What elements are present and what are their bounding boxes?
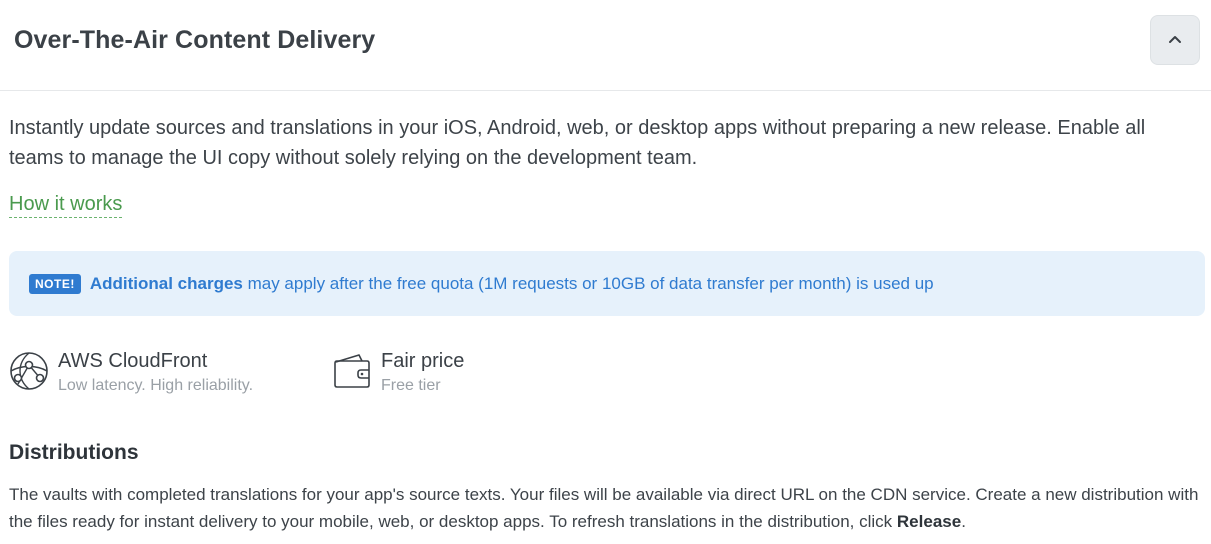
chevron-up-icon [1168, 31, 1182, 49]
collapse-button[interactable] [1150, 15, 1200, 65]
wallet-icon [332, 351, 372, 391]
note-badge: NOTE! [29, 273, 81, 294]
how-it-works-link[interactable]: How it works [9, 193, 123, 218]
note-banner: NOTE! Additional charges may apply after… [9, 251, 1205, 316]
panel-header: Over-The-Air Content Delivery [0, 0, 1211, 91]
globe-network-icon [9, 351, 49, 391]
intro-text: Instantly update sources and translation… [9, 117, 1146, 169]
feature-subtitle: Free tier [381, 377, 441, 394]
distributions-title: Distributions [9, 441, 139, 464]
feature-fair-price: Fair price Free tier [332, 348, 464, 397]
feature-subtitle: Low latency. High reliability. [58, 377, 254, 394]
page-title: Over-The-Air Content Delivery [14, 26, 376, 54]
release-label: Release [896, 512, 962, 531]
description-text: The vaults with completed translations f… [9, 485, 1199, 531]
additional-charges-link[interactable]: Additional charges [90, 274, 243, 294]
distributions-description: The vaults with completed translations f… [9, 481, 1207, 535]
feature-cloudfront: AWS CloudFront Low latency. High reliabi… [9, 348, 253, 397]
feature-title: AWS CloudFront [58, 350, 208, 372]
note-text: may apply after the free quota (1M reque… [242, 273, 934, 293]
description-period: . [961, 512, 966, 531]
feature-title: Fair price [381, 350, 465, 372]
